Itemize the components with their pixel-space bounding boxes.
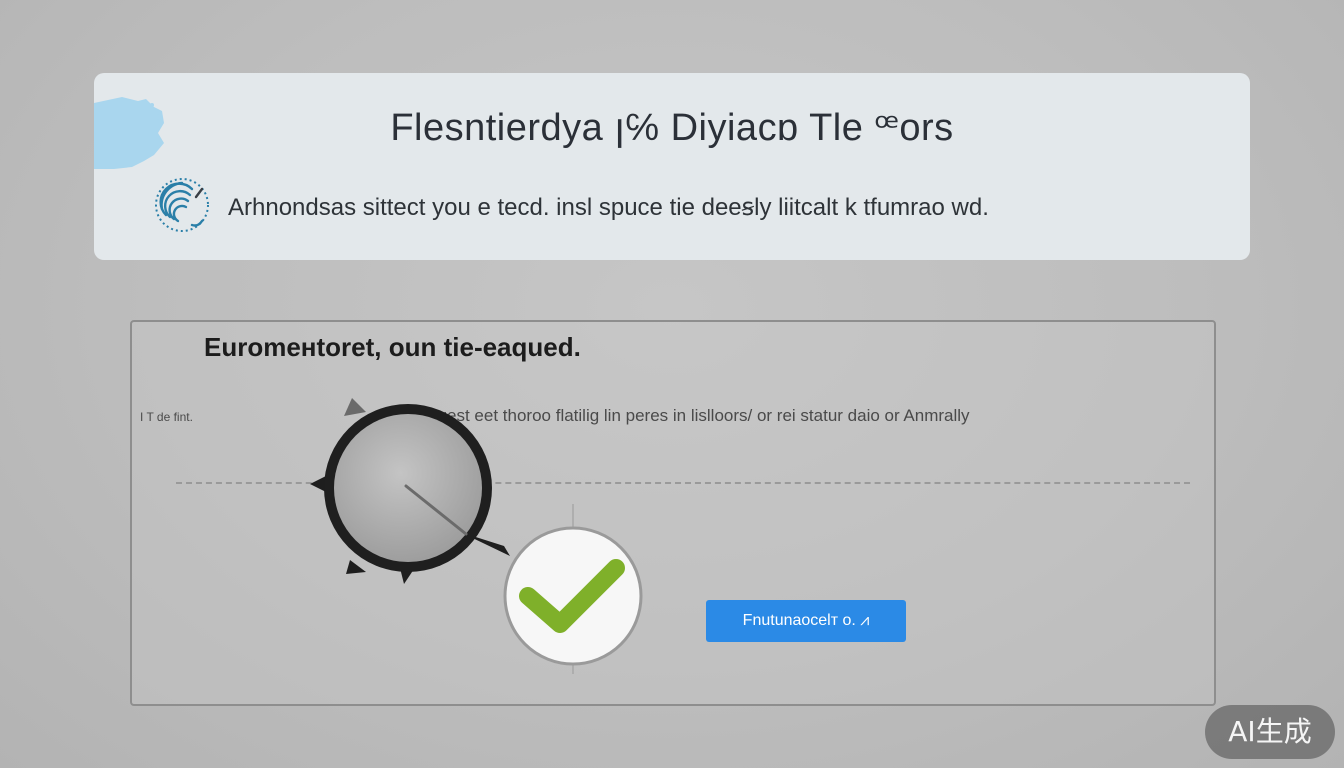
checkmark-icon	[503, 504, 643, 674]
page-subtitle: Arhnondsas sittect you e tecd. insl spuc…	[228, 194, 989, 221]
page-title: Flesntierdya ꞁ℅ Diyiacɒ Tle ꟹors	[390, 107, 954, 149]
ai-watermark: AI生成	[1205, 705, 1335, 759]
main-panel: Euromeнtoret, oun tie-eaqued. I T de fin…	[130, 320, 1216, 706]
row-label: I T de fint.	[140, 410, 193, 424]
gauge-dial-icon	[310, 398, 510, 584]
primary-action-button[interactable]: Fnutunaocelт o. ⩘	[706, 600, 906, 642]
panel-heading: Euromeнtoret, oun tie-eaqued.	[204, 332, 581, 362]
fingerprint-icon	[155, 178, 209, 232]
header-card: Flesntierdya ꞁ℅ Diyiacɒ Tle ꟹors Arhnond…	[94, 73, 1250, 260]
